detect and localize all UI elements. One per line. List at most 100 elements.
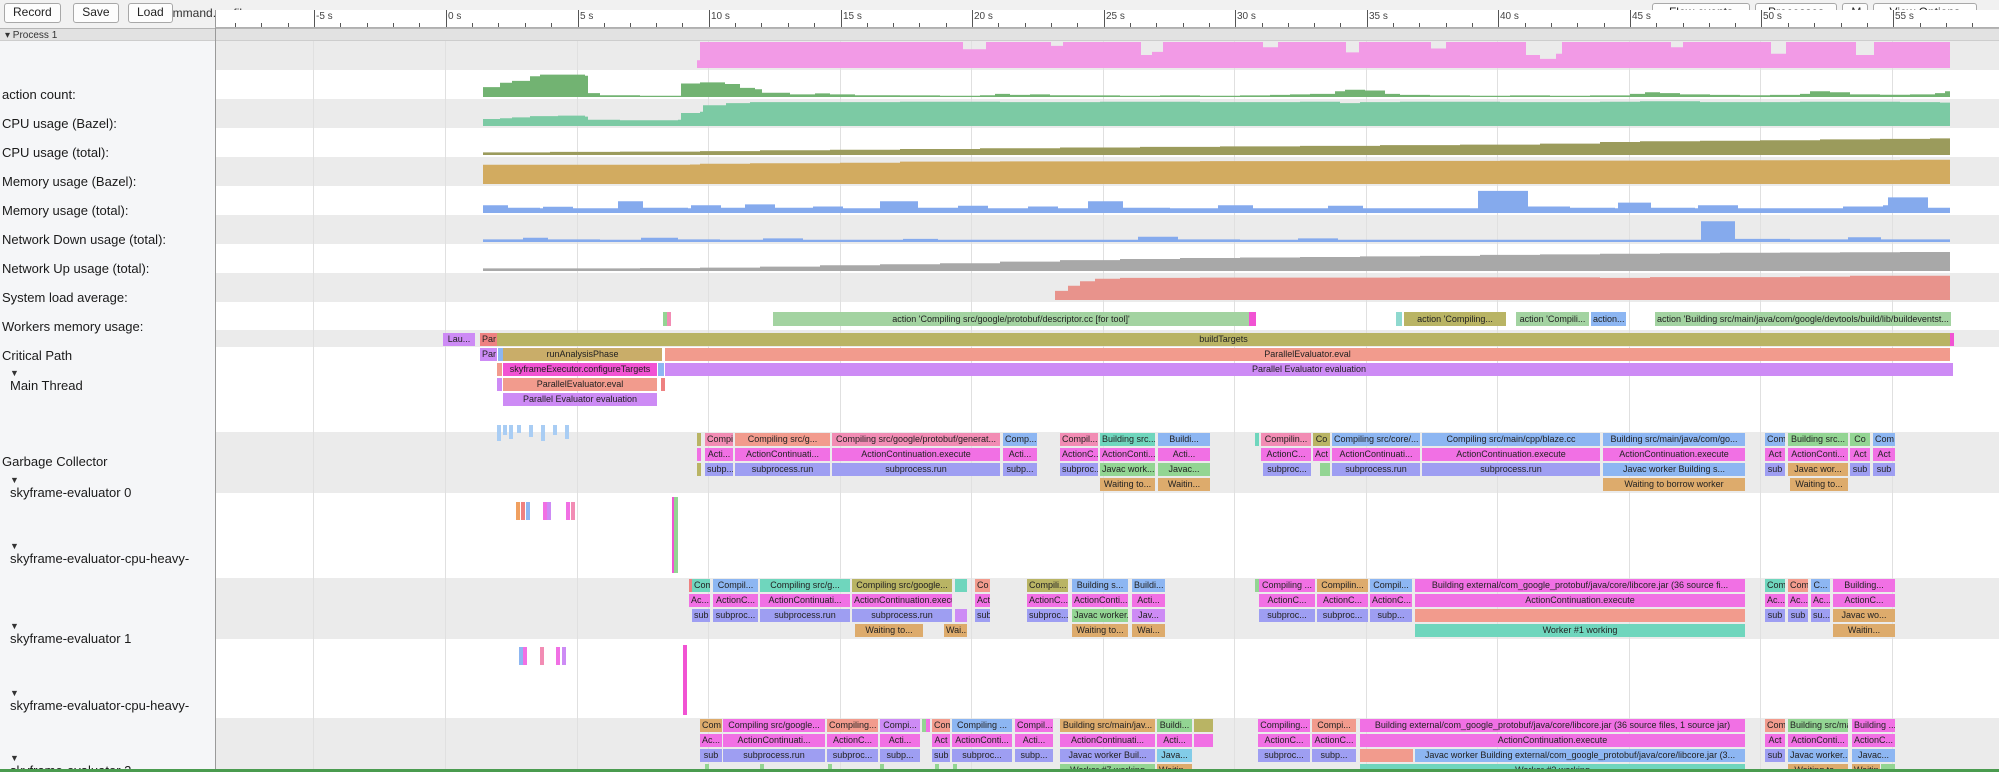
trace-event-bar[interactable]: Compiling src/google... (723, 719, 825, 732)
trace-event-bar[interactable]: sub (975, 609, 990, 622)
trace-event-bar[interactable]: subp... (880, 749, 920, 762)
trace-event-bar[interactable]: Com (1765, 579, 1785, 592)
trace-event-sliver[interactable] (1360, 749, 1413, 762)
row-label-skyframe-evaluator-cpu-heavy-[interactable]: ▼skyframe-evaluator-cpu-heavy- (10, 541, 189, 566)
trace-event-bar[interactable]: Javac work... (1100, 463, 1155, 476)
trace-event-bar[interactable]: Com (692, 579, 710, 592)
trace-event-sliver[interactable] (1320, 463, 1330, 476)
trace-event-bar[interactable]: sub (1850, 463, 1870, 476)
trace-event-bar[interactable]: skyframeExecutor.configureTargets (503, 363, 657, 376)
load-button[interactable]: Load (128, 3, 173, 23)
trace-event-bar[interactable]: Waiting to... (1100, 478, 1155, 491)
trace-event-bar[interactable]: ActionContinuati... (723, 734, 825, 747)
trace-event-bar[interactable]: subproc... (713, 609, 758, 622)
trace-event-bar[interactable]: sub (1788, 609, 1808, 622)
trace-event-bar[interactable]: Comp... (1003, 433, 1037, 446)
trace-event-bar[interactable]: Java... (1157, 749, 1192, 762)
trace-event-bar[interactable]: Com (1765, 433, 1785, 446)
trace-event-bar[interactable]: Com (1765, 719, 1785, 732)
trace-event-bar[interactable]: Act (1765, 448, 1785, 461)
trace-event-bar[interactable]: sub (700, 749, 722, 762)
trace-event-bar[interactable]: ActionC... (1259, 594, 1315, 607)
trace-event-bar[interactable]: action 'Compiling... (1404, 312, 1506, 326)
trace-event-sliver[interactable] (571, 502, 575, 520)
trace-event-bar[interactable]: Waitin... (1158, 478, 1210, 491)
trace-event-bar[interactable]: Ac... (689, 594, 710, 607)
trace-event-sliver[interactable] (497, 363, 502, 376)
trace-event-bar[interactable]: ParallelEvaluator.eval (665, 348, 1950, 361)
trace-event-bar[interactable]: Compil... (713, 579, 758, 592)
trace-event-bar[interactable]: ActionContinuati... (735, 448, 830, 461)
trace-event-bar[interactable]: Com (700, 719, 722, 732)
trace-event-sliver[interactable] (521, 502, 525, 520)
trace-event-sliver[interactable] (1194, 734, 1213, 747)
trace-event-sliver[interactable] (1194, 719, 1213, 732)
counter-chart-memory-usage-total-[interactable] (215, 157, 1999, 186)
trace-event-bar[interactable]: Javac wor... (1788, 463, 1848, 476)
trace-event-bar[interactable]: Javac... (1852, 749, 1895, 762)
trace-event-sliver[interactable] (503, 425, 507, 435)
trace-event-bar[interactable]: Par (480, 333, 497, 346)
trace-event-bar[interactable]: Compi... (880, 719, 920, 732)
trace-event-bar[interactable]: Acti... (1015, 734, 1053, 747)
trace-event-sliver[interactable] (1255, 433, 1259, 446)
trace-event-bar[interactable]: subp... (1312, 749, 1356, 762)
trace-event-bar[interactable]: ActionC... (1258, 734, 1310, 747)
trace-event-bar[interactable]: sub (1765, 749, 1785, 762)
trace-event-bar[interactable]: ActionContinuation.execute (1603, 448, 1745, 461)
trace-event-bar[interactable]: Compi... (1312, 719, 1356, 732)
trace-event-bar[interactable]: Waiting to... (855, 624, 923, 637)
trace-event-bar[interactable]: ActionContinuation.execute (832, 448, 1000, 461)
row-label-skyframe-evaluator-1[interactable]: ▼skyframe-evaluator 1 (10, 621, 131, 646)
trace-event-bar[interactable]: Ac... (1811, 594, 1830, 607)
trace-event-bar[interactable]: Acti... (1132, 594, 1165, 607)
trace-event-bar[interactable]: Compiling src/g... (760, 579, 850, 592)
trace-event-bar[interactable]: subprocess.run (1422, 463, 1600, 476)
trace-event-bar[interactable]: Ac... (1765, 594, 1785, 607)
trace-event-sliver[interactable] (658, 363, 664, 376)
trace-event-bar[interactable]: Co (1850, 433, 1870, 446)
trace-event-bar[interactable]: action 'Compiling src/google/protobuf/de… (773, 312, 1249, 326)
trace-event-bar[interactable]: Compiling ... (1259, 579, 1315, 592)
trace-event-sliver[interactable] (562, 647, 566, 665)
trace-event-bar[interactable]: subproc... (1258, 749, 1310, 762)
trace-event-bar[interactable]: Act (1313, 448, 1330, 461)
trace-event-bar[interactable]: Com (932, 719, 950, 732)
trace-event-bar[interactable]: subprocess.run (852, 609, 952, 622)
row-label-skyframe-evaluator-cpu-heavy-[interactable]: ▼skyframe-evaluator-cpu-heavy- (10, 688, 189, 713)
trace-event-sliver[interactable] (674, 497, 678, 573)
trace-event-bar[interactable]: ActionC... (1370, 594, 1412, 607)
trace-event-bar[interactable]: Act (1873, 448, 1895, 461)
trace-event-bar[interactable]: Javac worker Building external/com_googl… (1415, 749, 1745, 762)
trace-event-bar[interactable]: Building external/com_google_protobuf/ja… (1415, 579, 1745, 592)
counter-chart-network-up-usage-total-[interactable] (215, 215, 1999, 244)
trace-event-bar[interactable]: Wai... (944, 624, 967, 637)
trace-event-bar[interactable]: Building ... (1852, 719, 1895, 732)
process-header[interactable]: ▾ Process 1 (0, 28, 1999, 41)
trace-event-sliver[interactable] (926, 719, 930, 732)
trace-event-bar[interactable]: subprocess.run (760, 609, 850, 622)
trace-event-bar[interactable]: ActionContinuati... (1332, 448, 1420, 461)
trace-event-bar[interactable]: subproc... (827, 749, 878, 762)
trace-event-bar[interactable]: buildTargets (497, 333, 1950, 346)
trace-event-bar[interactable]: ActionC... (827, 734, 878, 747)
trace-event-bar[interactable]: ActionConti... (1072, 594, 1128, 607)
trace-event-bar[interactable]: Lau... (443, 333, 475, 346)
save-button[interactable]: Save (73, 3, 118, 23)
trace-event-bar[interactable]: sub (1873, 463, 1895, 476)
trace-event-sliver[interactable] (541, 425, 545, 441)
trace-event-bar[interactable]: C... (1811, 579, 1830, 592)
trace-event-bar[interactable]: Parallel Evaluator evaluation (665, 363, 1953, 376)
trace-event-bar[interactable]: Compiling ... (952, 719, 1012, 732)
trace-event-bar[interactable]: Buildi... (1132, 579, 1165, 592)
trace-event-sliver[interactable] (526, 502, 530, 520)
trace-event-sliver[interactable] (497, 425, 501, 441)
trace-event-bar[interactable]: Compil... (1015, 719, 1053, 732)
trace-event-bar[interactable]: Parallel Evaluator evaluation (503, 393, 657, 406)
trace-event-bar[interactable]: ActionC... (1833, 594, 1895, 607)
trace-event-bar[interactable]: Building s... (1072, 579, 1128, 592)
trace-event-bar[interactable]: subp... (1003, 463, 1037, 476)
trace-event-sliver[interactable] (697, 448, 701, 461)
trace-event-bar[interactable]: sub (1765, 463, 1785, 476)
trace-event-bar[interactable]: subproc... (1259, 609, 1315, 622)
